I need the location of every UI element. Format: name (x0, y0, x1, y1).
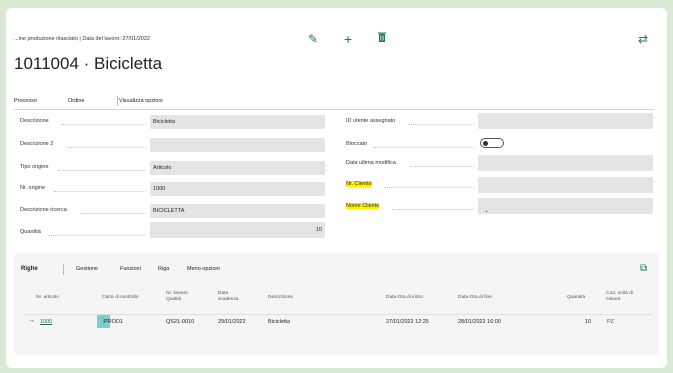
col-due-date-line2: scadenza (218, 297, 239, 302)
quantity-field[interactable]: 10 (150, 222, 325, 238)
col-due-date[interactable]: Data scadenza (218, 291, 239, 303)
lines-panel: Righe Gestione Funzioni Riga Meno opzion… (14, 253, 659, 355)
row-uom[interactable]: PZ (607, 319, 614, 325)
trash-icon[interactable] (378, 32, 386, 46)
col-item-no[interactable]: Nr. articolo (36, 295, 59, 301)
tab-riga[interactable]: Riga (158, 266, 169, 272)
col-start[interactable]: Data-Ora di inizio (386, 295, 423, 301)
dots (392, 209, 474, 210)
tab-gestione[interactable]: Gestione (76, 266, 98, 272)
customer-no-field[interactable] (478, 177, 653, 193)
dots (58, 170, 146, 171)
row-start[interactable]: 27/01/2022 12:25 (386, 319, 429, 325)
source-no-field[interactable]: 1000 (150, 182, 325, 196)
col-end[interactable]: Data-Ora di fine (458, 295, 492, 301)
tab-righe[interactable]: Righe (21, 266, 38, 272)
dots (408, 124, 474, 125)
row-item-no[interactable]: 1000 (40, 319, 52, 325)
col-uom-line2: misura (606, 297, 621, 302)
search-description-label: Descrizione ricerca (20, 207, 67, 213)
lines-separator (63, 264, 64, 275)
description2-field[interactable] (150, 138, 325, 152)
customer-name-field[interactable] (478, 198, 653, 214)
last-modified-label: Data ultima modifica (346, 160, 396, 166)
current-row-arrow-icon: → (28, 317, 35, 324)
blocked-label: Bloccato (346, 141, 368, 147)
assigned-user-label: ID utente assegnato (346, 118, 396, 124)
row-quantity[interactable]: 10 (585, 319, 591, 325)
row-quality-ref[interactable]: QS21-0010 (166, 319, 194, 325)
source-no-label: Nr. origine (20, 185, 46, 191)
col-control-card[interactable]: Carta di controllo (102, 295, 138, 301)
pencil-icon[interactable]: ✎ (308, 32, 318, 46)
col-quality-ref[interactable]: Nr. lineare Qualità (166, 291, 188, 303)
tab-funzioni[interactable]: Funzioni (120, 266, 141, 272)
row-control-card[interactable]: PROD1 (104, 319, 123, 325)
dots (62, 124, 146, 125)
col-quantity[interactable]: Quantità (567, 295, 585, 301)
dots (54, 191, 146, 192)
collapse-icon[interactable]: ⇄ (638, 32, 648, 46)
quantity-label: Quantità (20, 229, 41, 235)
expand-icon[interactable]: ⧉ (640, 263, 647, 274)
blocked-toggle[interactable] (480, 138, 504, 148)
plus-icon[interactable]: + (344, 32, 352, 46)
tab-visualizza-opzioni[interactable]: Visualizza opzioni (119, 98, 163, 104)
description-field[interactable]: Bicicletta (150, 115, 325, 129)
col-quality-ref-line2: Qualità (166, 297, 182, 302)
dots (374, 147, 474, 148)
dots (410, 166, 474, 167)
description2-label: Descrizione 2 (20, 141, 54, 147)
tab-processo[interactable]: Processo (14, 98, 37, 104)
dots (48, 235, 146, 236)
row-due-date[interactable]: 29/01/2022 (218, 319, 246, 325)
assigned-user-field[interactable] (478, 113, 653, 129)
dots (68, 147, 146, 148)
customer-name-dropdown-icon[interactable]: ⌄ (484, 207, 489, 214)
row-end[interactable]: 28/01/2022 16:00 (458, 319, 501, 325)
tab-separator (117, 96, 118, 106)
row-description[interactable]: Bicicletta (268, 319, 290, 325)
tab-ordine[interactable]: Ordine (68, 98, 85, 104)
dots (80, 213, 146, 214)
col-uom[interactable]: Cod. unità di misura (606, 291, 633, 303)
last-modified-field (478, 155, 653, 171)
search-description-field[interactable]: BICICLETTA (150, 204, 325, 218)
page-title: 1011004 · Bicicletta (14, 54, 163, 73)
customer-no-label: Nr. Cliente (346, 181, 372, 187)
breadcrumb: ...ine produzione rilasciato | Data del … (14, 36, 150, 42)
description-label: Descrizione (20, 118, 49, 124)
source-type-label: Tipo origine (20, 164, 49, 170)
customer-name-label: Nome Cliente (346, 203, 380, 209)
col-description[interactable]: Descrizione (268, 295, 293, 301)
source-type-field[interactable]: Articolo (150, 161, 325, 175)
tab-meno-opzioni[interactable]: Meno opzioni (187, 266, 220, 272)
dots (384, 187, 474, 188)
action-tabs: Processo Ordine Visualizza opzioni (14, 92, 654, 110)
